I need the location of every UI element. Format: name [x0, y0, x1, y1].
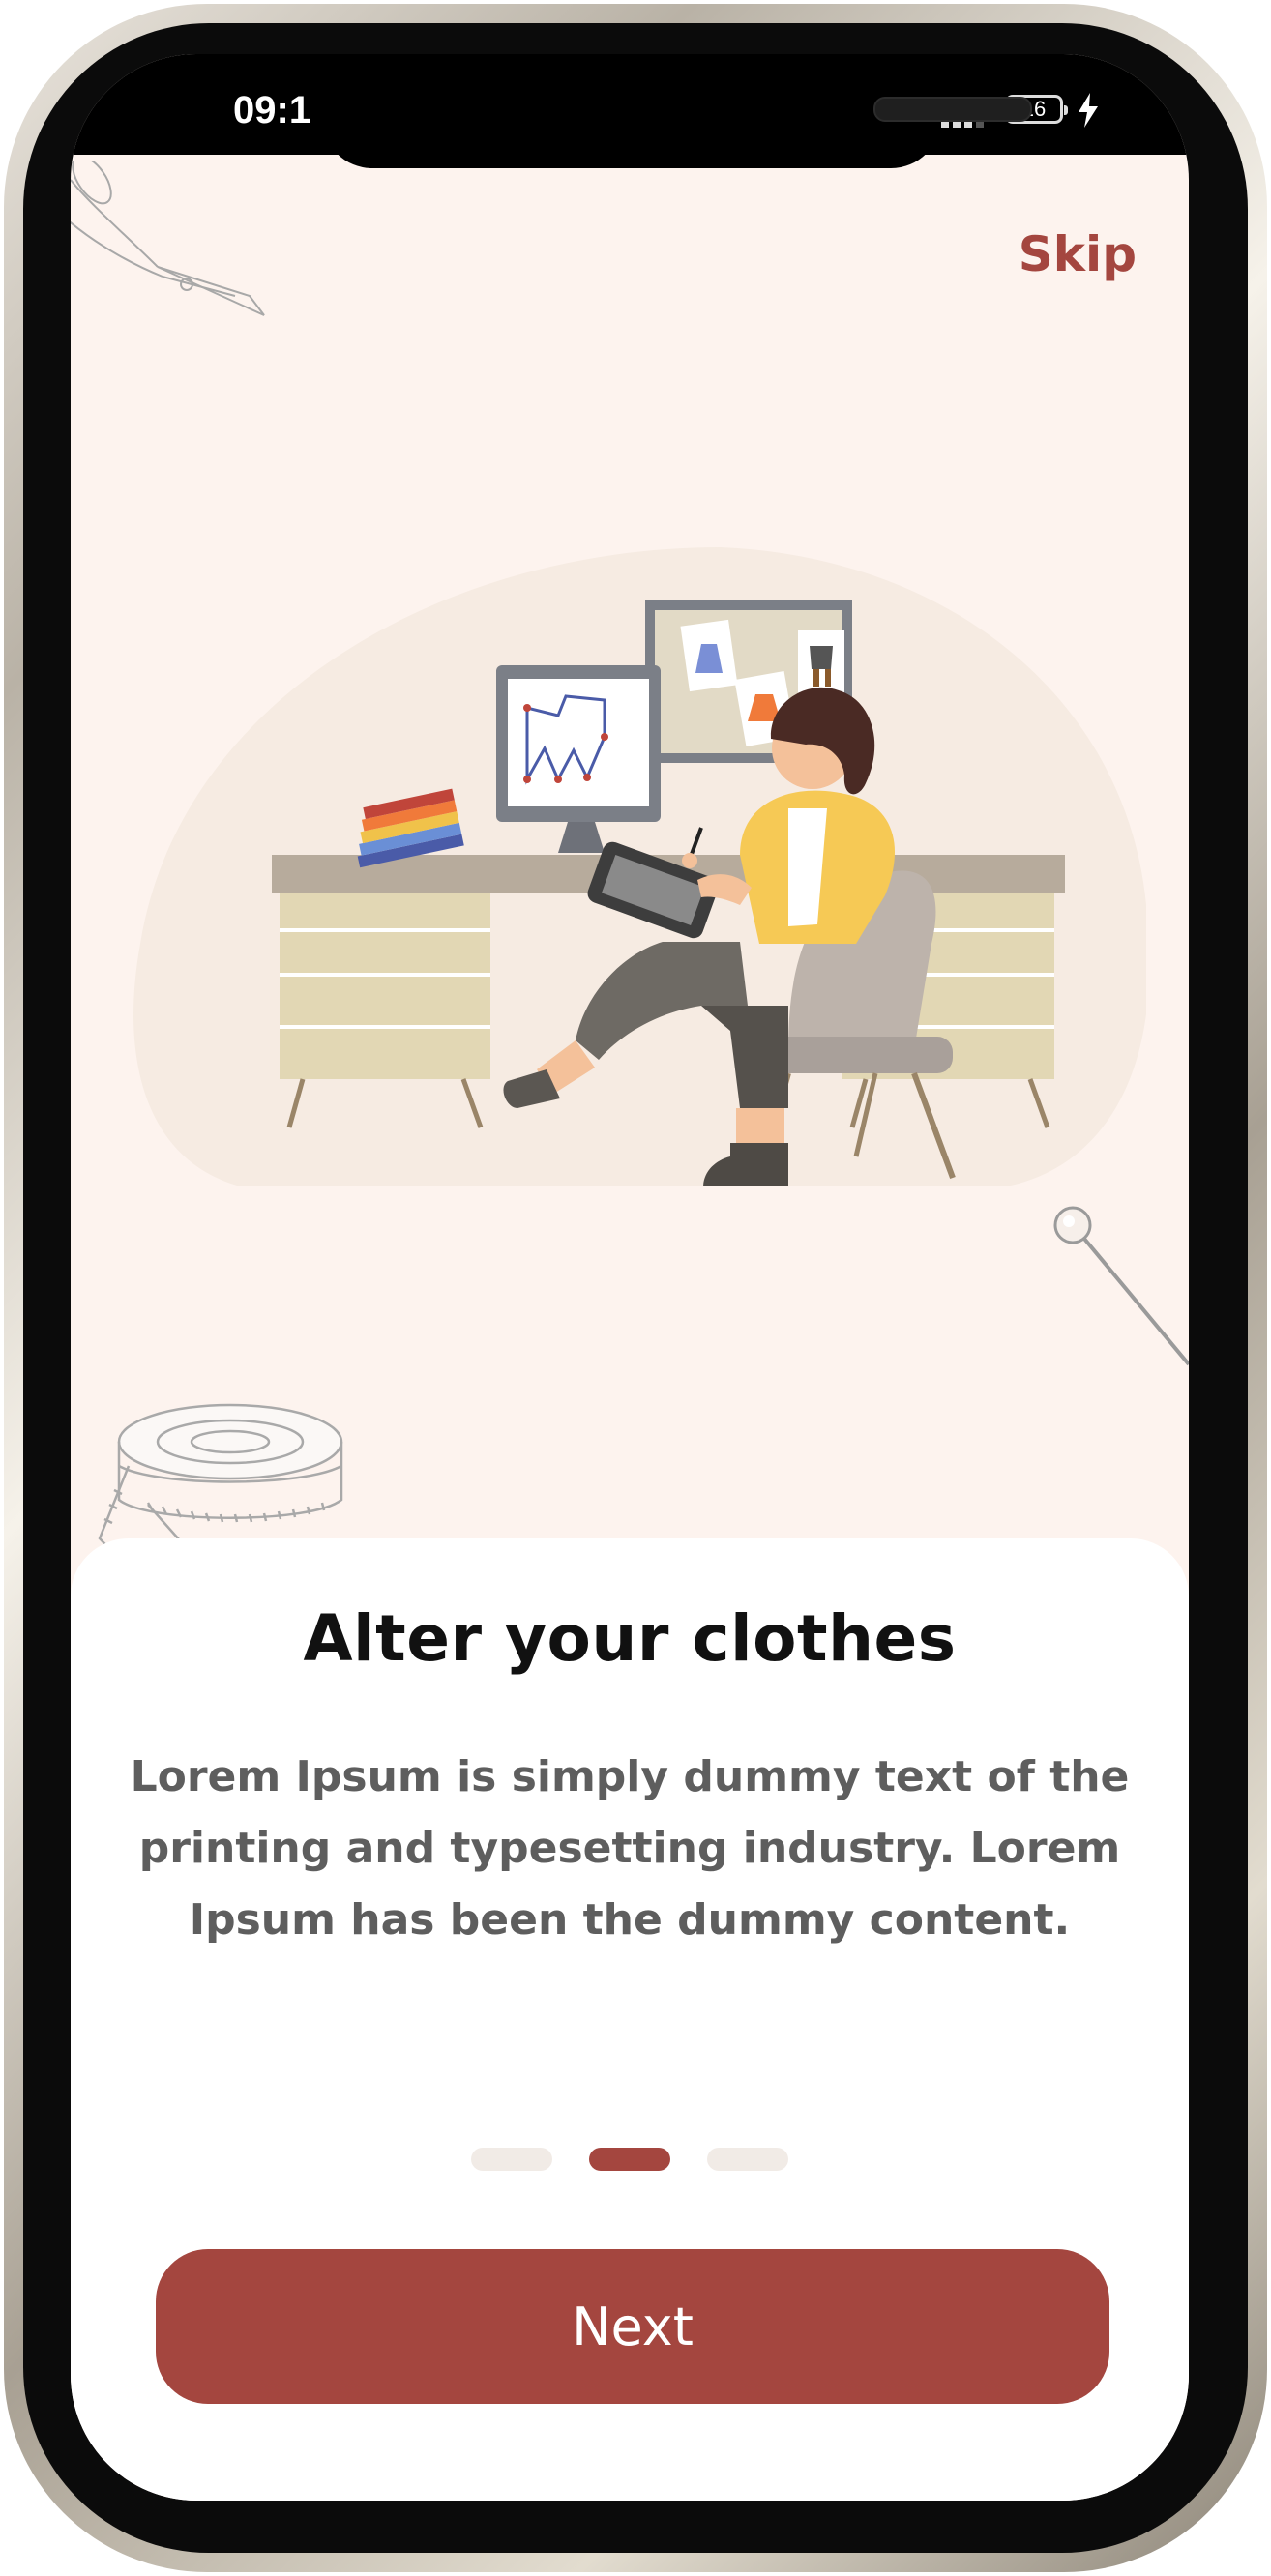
pin-icon [1053, 1206, 1189, 1366]
next-button[interactable]: Next [156, 2249, 1109, 2404]
page-indicator [71, 2148, 1189, 2173]
page-dot-active[interactable] [589, 2148, 670, 2171]
page-dot[interactable] [707, 2148, 788, 2171]
skip-button[interactable]: Skip [1019, 226, 1137, 282]
scissors-icon [71, 161, 265, 316]
designer-illustration [133, 547, 1146, 1186]
page-dot[interactable] [471, 2148, 552, 2171]
speaker-grille [873, 97, 1032, 122]
onboarding-description: Lorem Ipsum is simply dummy text of the … [130, 1752, 1130, 1945]
onboarding-title: Alter your clothes [303, 1601, 957, 1676]
charging-icon [1079, 93, 1098, 128]
app-screen: 09:1 16 Skip Alter your clothes Lorem Ip… [71, 54, 1189, 2501]
notch [322, 54, 1032, 168]
status-time: 09:1 [233, 89, 311, 132]
